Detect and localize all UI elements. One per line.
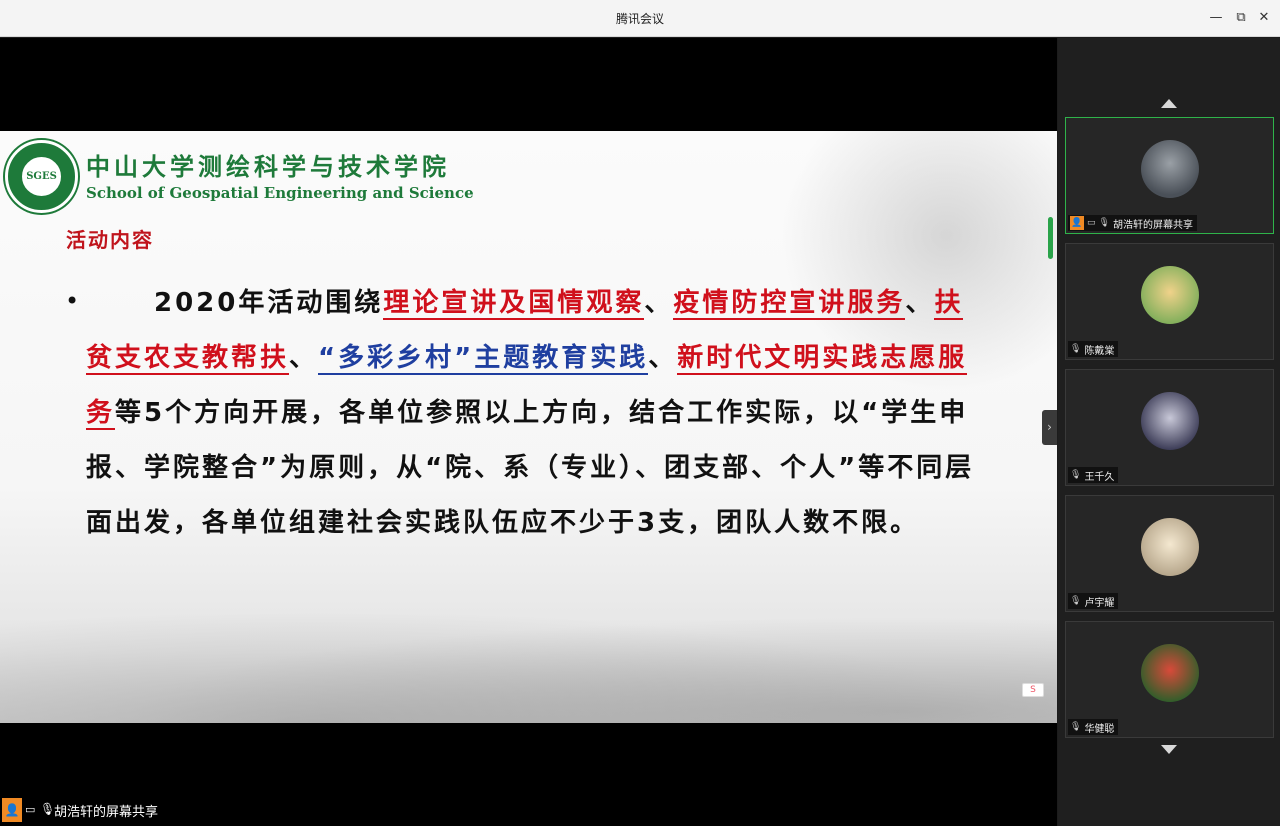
close-button[interactable]: ✕ <box>1254 8 1274 28</box>
school-logo-inner: SGES <box>20 155 63 198</box>
host-icon: 👤 <box>2 798 22 822</box>
paragraph-lead: 2020年活动围绕 <box>154 288 384 318</box>
minimize-button[interactable]: — <box>1206 8 1226 28</box>
section-title: 活动内容 <box>66 228 154 252</box>
topic-2: 疫情防控宣讲服务 <box>673 288 906 320</box>
presentation-slide: SGES 中山大学测绘科学与技术学院 School of Geospatial … <box>0 131 1057 723</box>
sharer-name: 胡浩轩的屏幕共享 <box>54 805 159 820</box>
participant-tile[interactable]: 🎙 卢宇耀 <box>1065 495 1274 612</box>
screen-share-icon: ▭ <box>25 803 36 816</box>
restore-button[interactable]: ⧉ <box>1231 8 1251 28</box>
separator-1: 、 <box>644 288 674 318</box>
participant-name-row: 👤 ▭ 🎙 胡浩轩的屏幕共享 <box>1068 215 1197 231</box>
speaker-indicator <box>1048 217 1053 259</box>
scroll-up-arrow-icon[interactable] <box>1161 99 1177 108</box>
participant-name-row: 🎙 华健聪 <box>1068 719 1119 735</box>
microphone-muted-icon: 🎙 <box>1070 470 1082 480</box>
participant-name-row: 🎙 卢宇耀 <box>1068 593 1119 609</box>
school-logo: SGES <box>5 140 78 213</box>
microphone-icon: 🎙 <box>40 802 56 816</box>
avatar <box>1141 392 1199 450</box>
participant-name: 王千久 <box>1084 471 1115 483</box>
collapse-panel-button[interactable]: › <box>1042 410 1057 445</box>
separator-2: 、 <box>905 288 935 318</box>
screen-share-area: SGES 中山大学测绘科学与技术学院 School of Geospatial … <box>0 38 1057 799</box>
participant-name: 卢宇耀 <box>1084 597 1115 609</box>
participant-name-row: 🎙 陈戴棠 <box>1068 341 1119 357</box>
avatar <box>1141 140 1199 198</box>
bullet-point: • <box>65 287 80 315</box>
microphone-icon: 🎙 <box>1098 218 1110 228</box>
participant-name: 陈戴棠 <box>1084 345 1115 357</box>
participant-tile[interactable]: 👤 ▭ 🎙 胡浩轩的屏幕共享 <box>1065 117 1274 234</box>
participant-name-row: 🎙 王千久 <box>1068 467 1119 483</box>
topic-1: 理论宣讲及国情观察 <box>383 288 645 320</box>
scroll-down-arrow-icon[interactable] <box>1161 745 1177 754</box>
separator-4: 、 <box>648 343 678 373</box>
participant-tile[interactable]: 🎙 陈戴棠 <box>1065 243 1274 360</box>
microphone-muted-icon: 🎙 <box>1070 722 1082 732</box>
share-status-bar <box>0 798 1057 826</box>
participant-tile[interactable]: 🎙 王千久 <box>1065 369 1274 486</box>
microphone-muted-icon: 🎙 <box>1070 596 1082 606</box>
slide-paragraph: 2020年活动围绕理论宣讲及国情观察、疫情防控宣讲服务、扶贫支农支教帮扶、“多彩… <box>86 276 986 551</box>
separator-3: 、 <box>289 343 319 373</box>
avatar <box>1141 266 1199 324</box>
participant-tile[interactable]: 🎙 华健聪 <box>1065 621 1274 738</box>
participant-name: 胡浩轩的屏幕共享 <box>1112 219 1193 231</box>
screen-share-icon: ▭ <box>1087 218 1096 228</box>
school-logo-text: SGES <box>26 171 57 182</box>
school-name-en: School of Geospatial Engineering and Sci… <box>86 184 474 202</box>
participant-name: 华健聪 <box>1084 723 1115 735</box>
slide-background-great-wall <box>0 601 1057 723</box>
topic-4: “多彩乡村”主题教育实践 <box>318 343 649 375</box>
avatar <box>1141 644 1199 702</box>
meeting-window: 腾讯会议 — ⧉ ✕ SGES 中山大学测绘科学与技术学院 School of … <box>0 0 1280 826</box>
title-bar: 腾讯会议 — ⧉ ✕ <box>0 0 1280 37</box>
microphone-muted-icon: 🎙 <box>1070 344 1082 354</box>
host-icon: 👤 <box>1070 216 1084 230</box>
avatar <box>1141 518 1199 576</box>
sogou-input-icon[interactable]: S <box>1022 683 1044 697</box>
window-title: 腾讯会议 <box>615 12 664 26</box>
school-name-cn: 中山大学测绘科学与技术学院 <box>86 152 450 181</box>
paragraph-rest: 等5个方向开展，各单位参照以上方向，结合工作实际，以“学生申报、学院整合”为原则… <box>86 398 975 538</box>
